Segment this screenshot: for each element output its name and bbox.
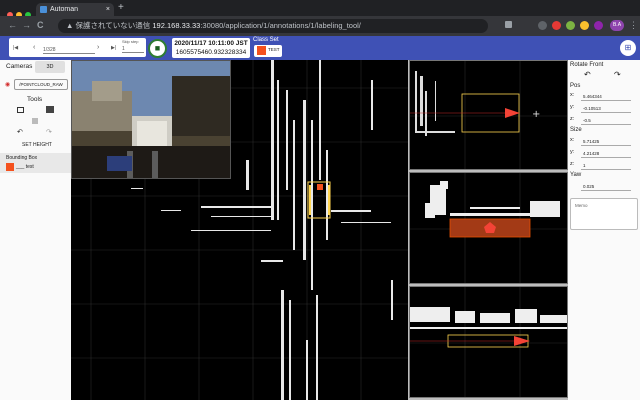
frame-datetime: 2020/11/17 10:11:00 JST: [174, 40, 248, 47]
pointcloud-selector[interactable]: /POINTCLOUD_RAW: [14, 79, 68, 90]
frame-time-display: 2020/11/17 10:11:00 JST 1605575460.93232…: [172, 38, 250, 58]
size-z-input[interactable]: 1: [581, 161, 631, 170]
bounding-box-list: Bounding Box ___ test: [0, 153, 71, 173]
size-x-input[interactable]: 5.71425: [581, 137, 631, 146]
first-frame-icon[interactable]: |◀: [13, 45, 18, 51]
front-view-canvas[interactable]: [410, 173, 568, 284]
class-chip[interactable]: TEST: [254, 45, 282, 57]
skip-step-input[interactable]: 1: [122, 46, 144, 53]
bbox-item-label[interactable]: ___ test: [16, 164, 34, 170]
pos-y-label: y:: [570, 104, 575, 110]
image-copy-icon[interactable]: [46, 106, 54, 113]
user-avatar[interactable]: B.A: [610, 20, 624, 31]
lock-button[interactable]: ■: [148, 39, 167, 58]
last-frame-icon[interactable]: ▶|: [111, 45, 116, 51]
back-icon[interactable]: ←: [8, 20, 17, 30]
size-y-input[interactable]: 4.21428: [581, 149, 631, 158]
class-set-selector[interactable]: Class Set TEST: [251, 37, 282, 59]
class-set-label: Class Set: [253, 37, 279, 43]
extension-icon[interactable]: [594, 21, 603, 30]
pos-z-input[interactable]: -0.5: [581, 116, 631, 125]
redo-icon[interactable]: ↷: [46, 128, 52, 136]
yaw-input[interactable]: 0.025: [581, 182, 631, 191]
forward-icon[interactable]: →: [22, 20, 31, 30]
browser-menu-icon[interactable]: ⋮: [629, 20, 638, 31]
lock-icon: ■: [154, 43, 161, 53]
3d-button[interactable]: 3D: [35, 61, 65, 73]
menu-grid-button[interactable]: ⊞: [620, 40, 636, 56]
browser-tab-bar: Automan × +: [0, 0, 640, 18]
pointcloud-bev-viewer[interactable]: [71, 60, 408, 400]
url-input[interactable]: ▲ 保護されていない通信 192.168.33.33:30080/applica…: [58, 19, 488, 33]
rotate-ccw-icon[interactable]: ↶: [584, 70, 591, 79]
class-name: TEST: [268, 47, 280, 52]
top-view-panel[interactable]: +: [409, 60, 568, 170]
app-header: |◀ ‹ 1/328 › ▶| Skip step 1 ■ 2020/11/17…: [0, 36, 640, 60]
pos-x-input[interactable]: 5.464344: [581, 92, 631, 101]
side-view-canvas[interactable]: [410, 287, 568, 398]
reload-icon[interactable]: C: [37, 20, 44, 30]
cameras-label: Cameras: [6, 63, 33, 70]
skip-step-label: Skip step: [122, 39, 139, 44]
eye-icon[interactable]: ◉: [5, 81, 10, 88]
pos-label: Pos: [570, 83, 581, 89]
frame-input[interactable]: 1/328: [43, 47, 95, 54]
extension-icon[interactable]: [580, 21, 589, 30]
url-host: 192.168.33.33: [152, 21, 201, 30]
side-views: +: [408, 60, 568, 400]
top-view-canvas[interactable]: +: [410, 61, 568, 170]
tab-title: Automan: [50, 6, 79, 13]
extension-icon[interactable]: [552, 21, 561, 30]
camera-preview[interactable]: [71, 60, 231, 179]
extension-icon[interactable]: [566, 21, 575, 30]
image-icon[interactable]: [17, 107, 24, 113]
yaw-label: Yaw: [570, 172, 582, 178]
tools-label: Tools: [27, 96, 43, 103]
pos-z-label: z:: [570, 116, 575, 122]
bookmark-icon[interactable]: [505, 21, 512, 28]
size-z-label: z:: [570, 161, 575, 167]
rotate-front-label: Rotate Front: [570, 62, 604, 68]
security-warning: ▲ 保護されていない通信: [66, 21, 151, 30]
next-frame-icon[interactable]: ›: [97, 44, 99, 51]
pos-y-input[interactable]: -0.10513: [581, 104, 631, 113]
url-path: :30080/application/1/annotations/1/label…: [200, 21, 361, 30]
rotate-cw-icon[interactable]: ↷: [614, 70, 621, 79]
browser-address-bar: ← → C ▲ 保護されていない通信 192.168.33.33:30080/a…: [0, 16, 640, 36]
frame-timestamp: 1605575460.932328334: [175, 49, 247, 56]
bbox-color-swatch: [6, 163, 14, 171]
extension-icon[interactable]: [538, 21, 547, 30]
front-view-panel[interactable]: [409, 172, 568, 284]
side-view-panel[interactable]: [409, 286, 568, 398]
favicon-icon: [40, 6, 47, 13]
tab-close-icon[interactable]: ×: [106, 3, 110, 16]
class-color-swatch: [257, 46, 266, 55]
browser-tab[interactable]: Automan ×: [36, 3, 114, 16]
left-panel: Cameras 3D ◉ /POINTCLOUD_RAW Tools ↶ ↷ S…: [0, 60, 71, 400]
checkbox-icon[interactable]: [32, 118, 38, 124]
pos-x-label: x:: [570, 92, 575, 98]
undo-icon[interactable]: ↶: [17, 128, 23, 136]
prev-frame-icon[interactable]: ‹: [33, 44, 35, 51]
right-panel: Rotate Front ↶ ↷ Pos x: 5.464344 y: -0.1…: [568, 60, 640, 400]
size-y-label: y:: [570, 149, 575, 155]
set-height-button[interactable]: SET HEIGHT: [22, 142, 52, 148]
bounding-box-header: Bounding Box: [6, 155, 38, 161]
camera-image: [72, 61, 230, 178]
memo-textarea[interactable]: Memo: [570, 198, 638, 230]
new-tab-button[interactable]: +: [118, 2, 124, 13]
size-label: Size: [570, 127, 582, 133]
svg-text:+: +: [532, 109, 540, 120]
frame-player: |◀ ‹ 1/328 › ▶| Skip step 1: [9, 38, 146, 57]
size-x-label: x:: [570, 137, 575, 143]
